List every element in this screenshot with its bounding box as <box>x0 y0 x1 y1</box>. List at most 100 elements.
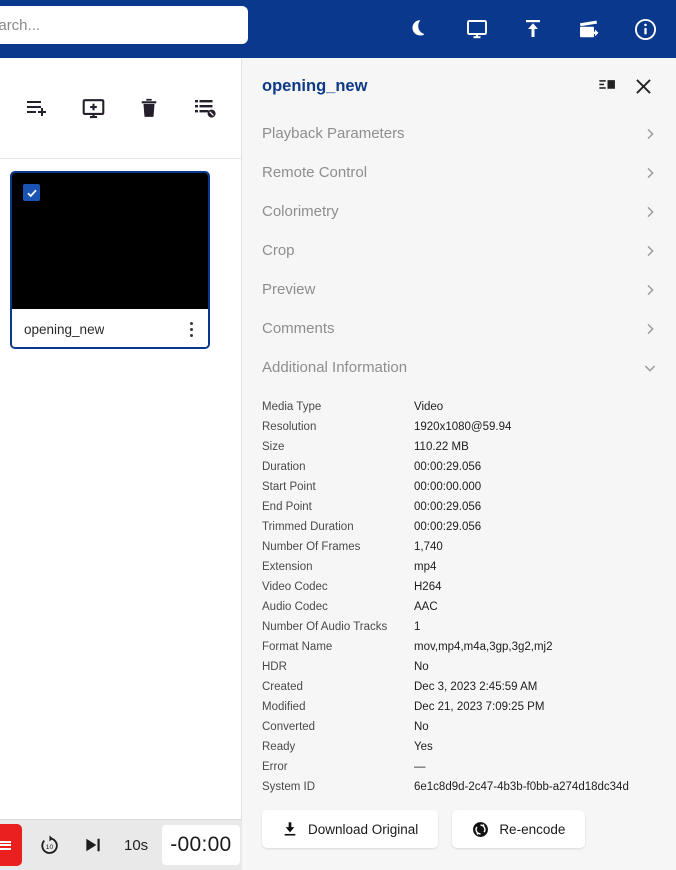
metadata-value: Dec 3, 2023 2:45:59 AM <box>414 681 538 693</box>
playback-bar: 10 10s -00:00 <box>0 819 242 870</box>
section-label: Colorimetry <box>262 203 339 220</box>
metadata-value: 110.22 MB <box>414 441 469 453</box>
re-encode-button[interactable]: Re-encode <box>452 810 586 848</box>
metadata-row: Created Dec 3, 2023 2:45:59 AM <box>262 677 658 697</box>
section-comments[interactable]: Comments <box>262 309 658 348</box>
metadata-value: mov,mp4,m4a,3gp,3g2,mj2 <box>414 641 553 653</box>
upload-icon[interactable] <box>516 12 550 46</box>
metadata-row: Error — <box>262 757 658 777</box>
metadata-value: AAC <box>414 601 438 613</box>
left-column: opening_new 10 10s -00:00 <box>0 58 242 870</box>
media-select-checkbox[interactable] <box>23 184 40 201</box>
details-panel-title: opening_new <box>262 76 368 95</box>
metadata-value: 00:00:29.056 <box>414 501 482 513</box>
chevron-right-icon <box>642 282 658 298</box>
metadata-key: Media Type <box>262 401 322 413</box>
delete-icon[interactable] <box>134 93 164 123</box>
playlist-menu-button[interactable] <box>0 824 22 866</box>
metadata-key: HDR <box>262 661 287 673</box>
metadata-value: No <box>414 661 429 673</box>
metadata-row: System ID 6e1c8d9d-2c47-4b3b-f0bb-a274d18… <box>262 777 658 797</box>
section-label: Additional Information <box>262 359 408 376</box>
metadata-key: System ID <box>262 781 316 793</box>
metadata-key: Error <box>262 761 288 773</box>
metadata-key: Number Of Audio Tracks <box>262 621 388 633</box>
display-icon[interactable] <box>460 12 494 46</box>
time-remaining-display[interactable]: -00:00 <box>162 825 240 865</box>
media-card-menu-icon[interactable] <box>180 316 202 342</box>
metadata-key: Created <box>262 681 303 693</box>
metadata-row: Trimmed Duration 00:00:29.056 <box>262 517 658 537</box>
metadata-key: End Point <box>262 501 312 513</box>
section-playback-parameters[interactable]: Playback Parameters <box>262 114 658 153</box>
media-card-footer: opening_new <box>12 309 208 347</box>
metadata-row: Modified Dec 21, 2023 7:09:25 PM <box>262 697 658 717</box>
metadata-row: Format Name mov,mp4,m4a,3gp,3g2,mj2 <box>262 637 658 657</box>
metadata-value: 00:00:29.056 <box>414 521 482 533</box>
media-thumbnail <box>12 173 208 309</box>
dark-mode-icon[interactable] <box>404 12 438 46</box>
section-list: Playback Parameters Remote Control Color… <box>242 114 676 387</box>
download-icon <box>282 821 298 837</box>
next-frame-icon[interactable] <box>76 828 110 862</box>
metadata-row: Number Of Frames 1,740 <box>262 537 658 557</box>
section-label: Preview <box>262 281 316 298</box>
metadata-row: End Point 00:00:29.056 <box>262 497 658 517</box>
info-icon[interactable] <box>628 12 662 46</box>
metadata-key: Audio Codec <box>262 601 328 613</box>
re-encode-label: Re-encode <box>499 821 566 837</box>
media-card-title: opening_new <box>24 321 105 337</box>
section-remote-control[interactable]: Remote Control <box>262 153 658 192</box>
add-to-screen-icon[interactable] <box>78 93 108 123</box>
playlist-add-icon[interactable] <box>22 93 52 123</box>
section-label: Playback Parameters <box>262 125 405 142</box>
details-panel: opening_new Playback Parameters Remote C… <box>242 58 676 870</box>
step-duration-label[interactable]: 10s <box>124 837 148 854</box>
chevron-right-icon <box>642 165 658 181</box>
metadata-value: 1920x1080@59.94 <box>414 421 512 433</box>
metadata-row: Video Codec H264 <box>262 577 658 597</box>
chevron-right-icon <box>642 204 658 220</box>
metadata-row: Extension mp4 <box>262 557 658 577</box>
metadata-table: Media Type Video Resolution 1920x1080@59.94… <box>242 387 676 797</box>
section-label: Comments <box>262 320 335 337</box>
list-options-icon[interactable] <box>190 93 220 123</box>
chevron-right-icon <box>642 243 658 259</box>
search-input[interactable] <box>0 6 248 44</box>
section-preview[interactable]: Preview <box>262 270 658 309</box>
metadata-row: Number Of Audio Tracks 1 <box>262 617 658 637</box>
close-icon[interactable] <box>628 71 658 101</box>
metadata-key: Extension <box>262 561 313 573</box>
section-colorimetry[interactable]: Colorimetry <box>262 192 658 231</box>
metadata-value: 6e1c8d9d-2c47-4b3b-f0bb-a274d18dc34d <box>414 781 629 793</box>
clapperboard-add-icon[interactable] <box>572 12 606 46</box>
metadata-value: mp4 <box>414 561 437 573</box>
chevron-right-icon <box>642 321 658 337</box>
metadata-value: Dec 21, 2023 7:09:25 PM <box>414 701 545 713</box>
panel-toggle-icon[interactable] <box>592 71 622 101</box>
metadata-row: Audio Codec AAC <box>262 597 658 617</box>
metadata-value: No <box>414 721 429 733</box>
section-additional-information[interactable]: Additional Information <box>262 348 658 387</box>
metadata-row: Start Point 00:00:00.000 <box>262 477 658 497</box>
details-panel-header: opening_new <box>242 58 676 114</box>
metadata-key: Video Codec <box>262 581 328 593</box>
metadata-row: HDR No <box>262 657 658 677</box>
app-root: opening_new 10 <box>0 0 676 870</box>
metadata-row: Ready Yes <box>262 737 658 757</box>
media-card[interactable]: opening_new <box>10 171 210 349</box>
metadata-key: Ready <box>262 741 296 753</box>
metadata-value: 00:00:00.000 <box>414 481 482 493</box>
forward-10s-icon[interactable]: 10 <box>32 828 66 862</box>
section-crop[interactable]: Crop <box>262 231 658 270</box>
download-original-button[interactable]: Download Original <box>262 810 439 848</box>
metadata-key: Converted <box>262 721 316 733</box>
metadata-value: 1,740 <box>414 541 443 553</box>
metadata-key: Number Of Frames <box>262 541 361 553</box>
metadata-key: Modified <box>262 701 306 713</box>
metadata-value: H264 <box>414 581 442 593</box>
panel-actions: Download Original Re-encode <box>262 810 586 848</box>
top-bar <box>0 0 676 58</box>
metadata-key: Start Point <box>262 481 316 493</box>
metadata-key: Trimmed Duration <box>262 521 354 533</box>
